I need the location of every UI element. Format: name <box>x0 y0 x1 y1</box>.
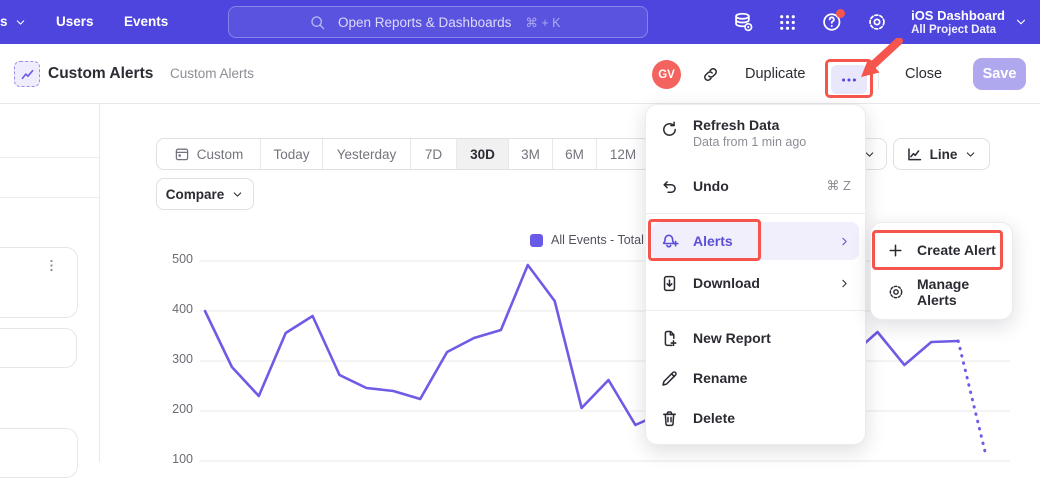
alerts-submenu: Create Alert Manage Alerts <box>870 222 1013 320</box>
nav-right-group: iOS Dashboard All Project Data <box>732 0 1028 44</box>
apps-grid-icon[interactable] <box>777 12 798 33</box>
chevron-down-icon <box>964 148 977 161</box>
new-report-icon <box>660 329 680 348</box>
date-range-selector: Custom Today Yesterday 7D 30D 3M 6M 12M <box>156 138 650 170</box>
range-custom[interactable]: Custom <box>157 139 261 169</box>
nav-item-users[interactable]: Users <box>56 0 94 44</box>
duplicate-button[interactable]: Duplicate <box>745 44 805 104</box>
ellipsis-icon <box>840 71 858 89</box>
help-icon[interactable] <box>821 11 843 33</box>
menu-separator <box>646 213 865 214</box>
refresh-icon <box>660 120 680 139</box>
menu-item-refresh-data[interactable]: Refresh Data Data from 1 min ago <box>646 115 865 161</box>
data-management-icon[interactable] <box>732 11 754 33</box>
range-yesterday[interactable]: Yesterday <box>323 139 411 169</box>
share-link-icon[interactable] <box>701 65 720 84</box>
submenu-item-manage-alerts[interactable]: Manage Alerts <box>877 273 1006 311</box>
chart-line-dotted <box>958 341 985 452</box>
range-6m[interactable]: 6M <box>553 139 597 169</box>
menu-item-new-report[interactable]: New Report <box>646 319 865 357</box>
sidebar-row-divider <box>0 197 99 198</box>
notification-dot <box>836 9 845 18</box>
chevron-down-icon <box>14 16 27 29</box>
nav-partial-label: s <box>0 0 8 44</box>
line-chart-icon <box>906 146 923 163</box>
nav-item-partial[interactable]: s <box>0 0 27 44</box>
range-today[interactable]: Today <box>261 139 323 169</box>
avatar[interactable]: GV <box>652 60 681 89</box>
download-icon <box>660 274 680 293</box>
undo-shortcut: ⌘ Z <box>826 178 851 194</box>
project-selector[interactable]: iOS Dashboard All Project Data <box>911 8 1028 37</box>
kebab-menu-icon[interactable] <box>44 258 59 273</box>
search-icon <box>309 14 326 31</box>
report-type-icon <box>14 61 40 87</box>
gear-icon <box>887 283 905 301</box>
project-scope: All Project Data <box>911 23 1005 37</box>
nav-item-events[interactable]: Events <box>124 0 168 44</box>
breadcrumb: Custom Alerts <box>170 44 254 104</box>
sidebar-card[interactable] <box>0 428 78 478</box>
sidebar-card[interactable] <box>0 328 77 368</box>
menu-item-undo[interactable]: Undo ⌘ Z <box>646 167 865 205</box>
report-header: Custom Alerts Custom Alerts GV Duplicate… <box>0 44 1040 104</box>
calendar-icon <box>174 146 190 162</box>
page-title: Custom Alerts <box>48 44 153 104</box>
chevron-down-icon <box>1014 15 1028 29</box>
plus-icon <box>887 242 905 259</box>
menu-separator <box>646 310 865 311</box>
undo-icon <box>660 177 680 196</box>
submenu-chevron-icon <box>838 277 851 290</box>
refresh-data-age: Data from 1 min ago <box>693 135 806 149</box>
range-3m[interactable]: 3M <box>509 139 553 169</box>
menu-item-alerts[interactable]: Alerts <box>652 222 859 260</box>
more-options-button[interactable] <box>831 65 867 94</box>
search-shortcut: ⌘ + K <box>525 15 560 30</box>
search-placeholder: Open Reports & Dashboards <box>338 15 511 30</box>
range-7d[interactable]: 7D <box>411 139 457 169</box>
menu-item-rename[interactable]: Rename <box>646 359 865 397</box>
search-input[interactable]: Open Reports & Dashboards ⌘ + K <box>228 6 648 38</box>
close-button[interactable]: Close <box>905 44 942 104</box>
top-nav-bar: s Users Events Open Reports & Dashboards… <box>0 0 1040 44</box>
trash-icon <box>660 409 680 428</box>
pencil-icon <box>660 369 680 388</box>
menu-item-delete[interactable]: Delete <box>646 399 865 437</box>
submenu-chevron-icon <box>838 235 851 248</box>
submenu-item-create-alert[interactable]: Create Alert <box>877 231 1006 269</box>
menu-item-download[interactable]: Download <box>646 264 865 302</box>
project-name: iOS Dashboard <box>911 8 1005 23</box>
range-30d-selected[interactable]: 30D <box>457 139 509 169</box>
sidebar-row-divider <box>0 157 99 158</box>
header-divider <box>878 60 879 89</box>
save-button[interactable]: Save <box>973 58 1026 90</box>
more-options-menu: Refresh Data Data from 1 min ago Undo ⌘ … <box>645 104 866 445</box>
settings-gear-icon[interactable] <box>866 11 888 33</box>
range-12m[interactable]: 12M <box>597 139 649 169</box>
bell-plus-icon <box>660 231 680 251</box>
chevron-down-icon <box>231 188 244 201</box>
sidebar-card[interactable] <box>0 247 78 318</box>
chart-type-dropdown[interactable]: Line <box>893 138 990 170</box>
compare-dropdown[interactable]: Compare <box>156 178 254 210</box>
